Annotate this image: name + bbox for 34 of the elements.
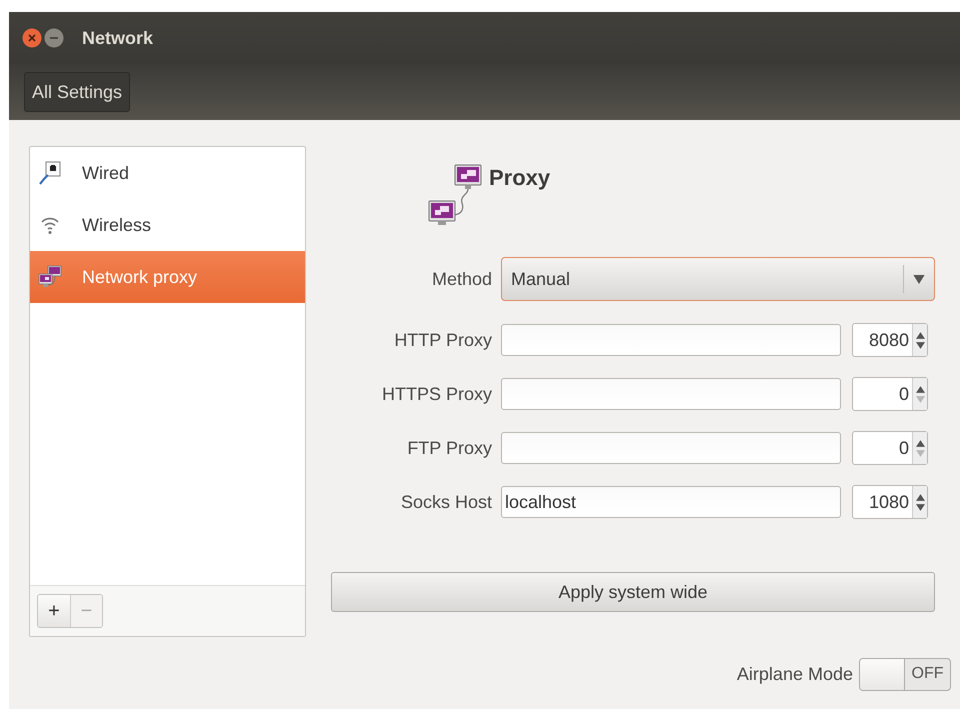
up-arrow-icon[interactable] bbox=[916, 386, 924, 392]
panel-title: Proxy bbox=[489, 165, 550, 191]
up-arrow-icon[interactable] bbox=[916, 332, 924, 338]
host-field[interactable] bbox=[501, 324, 841, 356]
port-spinner[interactable]: 1080 bbox=[852, 485, 928, 519]
minimize-icon[interactable] bbox=[44, 28, 64, 48]
window-title: Network bbox=[82, 28, 154, 48]
airplane-mode-label: Airplane Mode bbox=[736, 664, 853, 684]
up-arrow-icon[interactable] bbox=[916, 440, 924, 446]
sidebar-item[interactable]: Wireless bbox=[30, 199, 305, 251]
host-field[interactable] bbox=[501, 378, 841, 410]
field-label: FTP Proxy bbox=[406, 438, 492, 458]
host-field[interactable]: localhost bbox=[501, 486, 841, 518]
sidebar-item[interactable]: Wired bbox=[30, 147, 305, 199]
method-label: Method bbox=[430, 268, 492, 290]
down-arrow-icon[interactable] bbox=[916, 504, 924, 510]
host-field[interactable] bbox=[501, 432, 841, 464]
method-dropdown[interactable]: Manual bbox=[501, 257, 935, 301]
add-button[interactable]: + bbox=[38, 595, 70, 627]
down-arrow-icon[interactable] bbox=[916, 342, 924, 348]
port-spinner[interactable]: 0 bbox=[852, 377, 928, 411]
airplane-mode-switch[interactable]: OFF bbox=[859, 658, 951, 690]
close-icon[interactable] bbox=[22, 28, 42, 48]
field-label: Socks Host bbox=[400, 492, 492, 512]
apply-button[interactable]: Apply system wide bbox=[331, 572, 935, 612]
proxy-icon bbox=[38, 265, 62, 289]
port-spinner[interactable]: 8080 bbox=[852, 323, 928, 357]
all-settings-button[interactable]: All Settings bbox=[24, 72, 130, 112]
field-label: HTTP Proxy bbox=[393, 330, 492, 350]
field-label: HTTPS Proxy bbox=[380, 384, 492, 404]
up-arrow-icon[interactable] bbox=[916, 494, 924, 500]
network-plug-icon bbox=[38, 161, 62, 185]
port-spinner[interactable]: 0 bbox=[852, 431, 928, 465]
dropdown-arrow-icon[interactable] bbox=[913, 274, 925, 284]
